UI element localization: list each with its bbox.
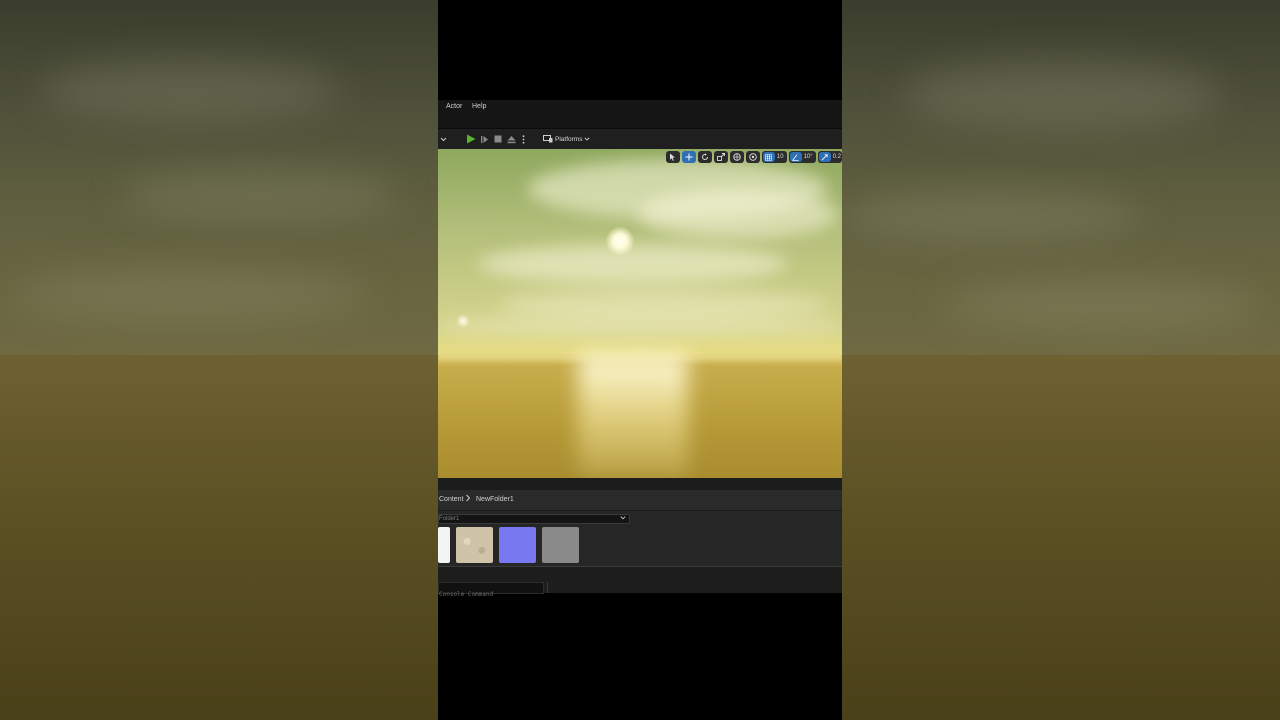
grid-snap-value: 10: [776, 154, 784, 160]
rotation-snap-value: 10°: [803, 154, 813, 160]
sun-glare-secondary: [456, 314, 470, 328]
main-toolbar: Platforms: [438, 129, 842, 149]
play-icon[interactable]: [465, 132, 477, 146]
blurred-background-left: [0, 0, 438, 720]
viewport-toolbar: 10 10° 0.2: [665, 151, 842, 163]
sun-glare: [606, 227, 634, 255]
platforms-icon: [543, 135, 553, 143]
menu-item-help[interactable]: Help: [472, 103, 486, 110]
translate-mode-icon[interactable]: [681, 151, 696, 163]
rotation-snap-button[interactable]: 10°: [788, 151, 816, 163]
platforms-label: Platforms: [555, 135, 583, 143]
scale-snap-icon: [818, 152, 831, 162]
level-viewport[interactable]: 10 10° 0.2: [438, 149, 842, 478]
platforms-button[interactable]: Platforms: [543, 132, 593, 146]
angle-icon: [789, 152, 802, 162]
grid-icon: [762, 152, 775, 162]
status-divider: [547, 582, 548, 593]
asset-tile-white-texture[interactable]: [438, 527, 450, 563]
chevron-down-icon: [584, 137, 590, 141]
scale-snap-button[interactable]: 0.2: [817, 151, 842, 163]
editor-window: Actor Help Platforms 10 10° 0.2 Content …: [438, 0, 842, 720]
panel-divider: [438, 478, 842, 490]
status-bar: Console Command: [438, 566, 842, 598]
chevron-down-icon[interactable]: [439, 132, 447, 146]
console-command-placeholder: Console Command: [439, 591, 494, 598]
eject-icon[interactable]: [505, 132, 517, 146]
select-mode-icon[interactable]: [665, 151, 680, 163]
scale-snap-value: 0.2: [832, 154, 841, 160]
breadcrumb-item-content[interactable]: Content: [439, 496, 464, 503]
chevron-right-icon: [465, 494, 471, 504]
chevron-down-icon: [620, 515, 626, 523]
menu-item-actor[interactable]: Actor: [446, 103, 462, 110]
breadcrumb-item-folder[interactable]: NewFolder1: [476, 496, 514, 503]
surface-snapping-icon[interactable]: [745, 151, 760, 163]
breadcrumb: Content NewFolder1: [438, 490, 842, 511]
stop-icon[interactable]: [492, 132, 503, 146]
menu-bar: Actor Help: [438, 100, 842, 129]
scale-mode-icon[interactable]: [713, 151, 728, 163]
content-browser: Content NewFolder1 Folder1 Console Comma…: [438, 490, 842, 598]
folder-path-value: Folder1: [439, 516, 460, 522]
step-forward-icon[interactable]: [479, 132, 490, 146]
rotate-mode-icon[interactable]: [697, 151, 712, 163]
asset-tile-sand-texture[interactable]: [456, 527, 493, 563]
asset-tile-normal-map-texture[interactable]: [499, 527, 536, 563]
grid-snap-button[interactable]: 10: [761, 151, 787, 163]
more-options-icon[interactable]: [520, 132, 526, 146]
world-space-icon[interactable]: [729, 151, 744, 163]
console-command-input[interactable]: Console Command: [438, 582, 544, 598]
asset-tile-grey-texture[interactable]: [542, 527, 579, 563]
folder-path-dropdown[interactable]: Folder1: [438, 514, 630, 524]
blurred-background-right: [842, 0, 1280, 720]
